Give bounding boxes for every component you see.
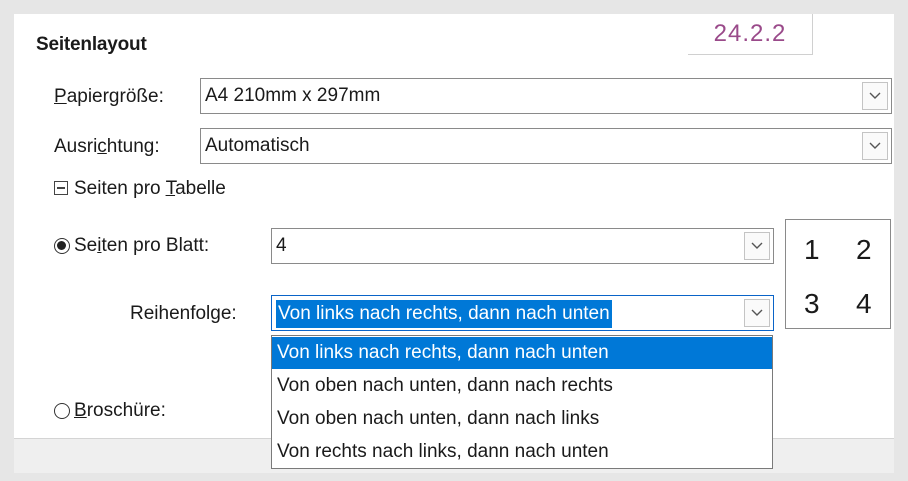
collapse-minus-icon[interactable] <box>54 181 68 195</box>
orientation-select[interactable]: Automatisch <box>200 128 892 164</box>
dropdown-option[interactable]: Von oben nach unten, dann nach rechts <box>272 370 772 402</box>
chevron-down-icon[interactable] <box>862 132 888 160</box>
brochure-label[interactable]: Broschüre: <box>74 400 166 422</box>
preview-page-number: 3 <box>804 288 820 319</box>
page-order-preview: 1 2 3 4 <box>785 219 891 329</box>
pages-per-table-expander-label[interactable]: Seiten pro Tabelle <box>74 178 226 200</box>
dropdown-option[interactable]: Von links nach rechts, dann nach unten <box>272 337 772 369</box>
dropdown-option[interactable]: Von rechts nach links, dann nach unten <box>272 436 772 468</box>
paper-size-label: Papiergröße: <box>54 86 164 107</box>
orientation-label: Ausrichtung: <box>54 136 160 157</box>
radio-button-icon[interactable] <box>54 238 70 254</box>
order-dropdown-list[interactable]: Von links nach rechts, dann nach unten V… <box>271 335 773 469</box>
order-value: Von links nach rechts, dann nach unten <box>276 300 612 328</box>
paper-size-select[interactable]: A4 210mm x 297mm <box>200 78 892 114</box>
order-label: Reihenfolge: <box>130 303 237 324</box>
version-label: 24.2.2 <box>688 14 813 55</box>
dropdown-option[interactable]: Von oben nach unten, dann nach links <box>272 403 772 435</box>
orientation-value: Automatisch <box>205 135 310 156</box>
preview-page-number: 4 <box>856 288 872 319</box>
radio-button-icon[interactable] <box>54 403 70 419</box>
pages-per-sheet-value: 4 <box>276 235 287 256</box>
order-select[interactable]: Von links nach rechts, dann nach unten <box>271 295 774 331</box>
pages-per-sheet-select[interactable]: 4 <box>271 228 774 264</box>
pages-per-sheet-label[interactable]: Seiten pro Blatt: <box>74 235 209 257</box>
section-title: Seitenlayout <box>36 34 147 55</box>
preview-page-number: 2 <box>856 234 872 265</box>
paper-size-value: A4 210mm x 297mm <box>205 85 381 106</box>
chevron-down-icon[interactable] <box>744 232 770 260</box>
chevron-down-icon[interactable] <box>744 299 770 327</box>
chevron-down-icon[interactable] <box>862 82 888 110</box>
preview-page-number: 1 <box>804 234 820 265</box>
